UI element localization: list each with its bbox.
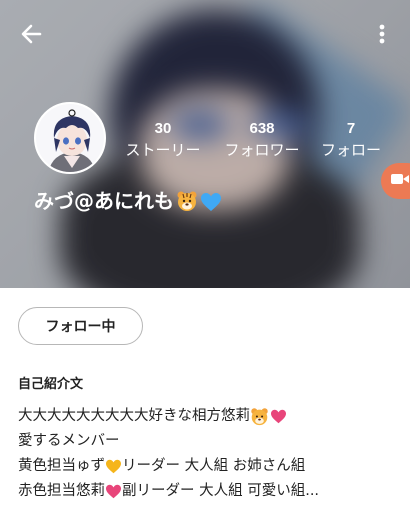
stat-following[interactable]: 7 フォロー xyxy=(318,120,384,160)
bio-line: 愛するメンバー xyxy=(18,429,398,454)
arrow-left-icon[interactable] xyxy=(18,20,46,48)
stat-followers-count: 638 xyxy=(249,120,275,137)
pink-heart-emoji xyxy=(106,484,121,499)
bio-line-text: 副リーダー 大人組 可愛い組... xyxy=(122,483,320,499)
live-video-button[interactable] xyxy=(381,163,410,199)
tiger-face-emoji xyxy=(251,408,268,426)
bio-title: 自己紹介文 xyxy=(18,377,84,392)
stat-stories[interactable]: 30 ストーリー xyxy=(122,120,204,160)
bio-line-text: 愛するメンバー xyxy=(18,433,120,449)
more-vertical-icon[interactable] xyxy=(374,22,390,46)
stat-followers[interactable]: 638 フォロワー xyxy=(220,120,304,160)
pink-heart-emoji xyxy=(271,409,286,424)
bio-line: 赤色担当悠莉 副リーダー 大人組 可愛い組... xyxy=(18,479,398,504)
username: みづ@あにれも xyxy=(34,187,222,215)
blue-heart-emoji xyxy=(200,191,222,211)
stat-followers-label: フォロワー xyxy=(224,141,300,159)
yellow-heart-emoji xyxy=(106,459,121,474)
profile-header: 30 ストーリー 638 フォロワー 7 フォロー みづ@あにれも xyxy=(0,0,410,288)
bio-line-text: リーダー 大人組 お姉さん組 xyxy=(122,458,306,474)
stat-following-count: 7 xyxy=(346,120,356,137)
bio-line-text: 赤色担当悠莉 xyxy=(18,483,105,499)
stat-following-label: フォロー xyxy=(320,141,381,159)
tiger-face-emoji xyxy=(176,190,198,212)
stat-stories-label: ストーリー xyxy=(125,141,201,159)
bio-line: 大大大大大大大大大好きな相方悠莉 xyxy=(18,404,398,429)
bio-line: 黄色担当ゅず リーダー 大人組 お姉さん組 xyxy=(18,454,398,479)
video-camera-icon xyxy=(390,171,410,191)
bio-line-text: 大大大大大大大大大好きな相方悠莉 xyxy=(18,408,250,424)
bio-line-text: 黄色担当ゅず xyxy=(18,458,105,474)
username-text: みづ@あにれも xyxy=(34,189,174,213)
following-button-label: フォロー中 xyxy=(45,319,116,335)
stat-stories-count: 30 xyxy=(154,120,172,137)
avatar[interactable] xyxy=(34,102,106,174)
bio-text: 大大大大大大大大大好きな相方悠莉 愛するメンバー 黄色担当ゅず リーダー 大人組… xyxy=(18,404,398,504)
following-button[interactable]: フォロー中 xyxy=(18,307,143,345)
